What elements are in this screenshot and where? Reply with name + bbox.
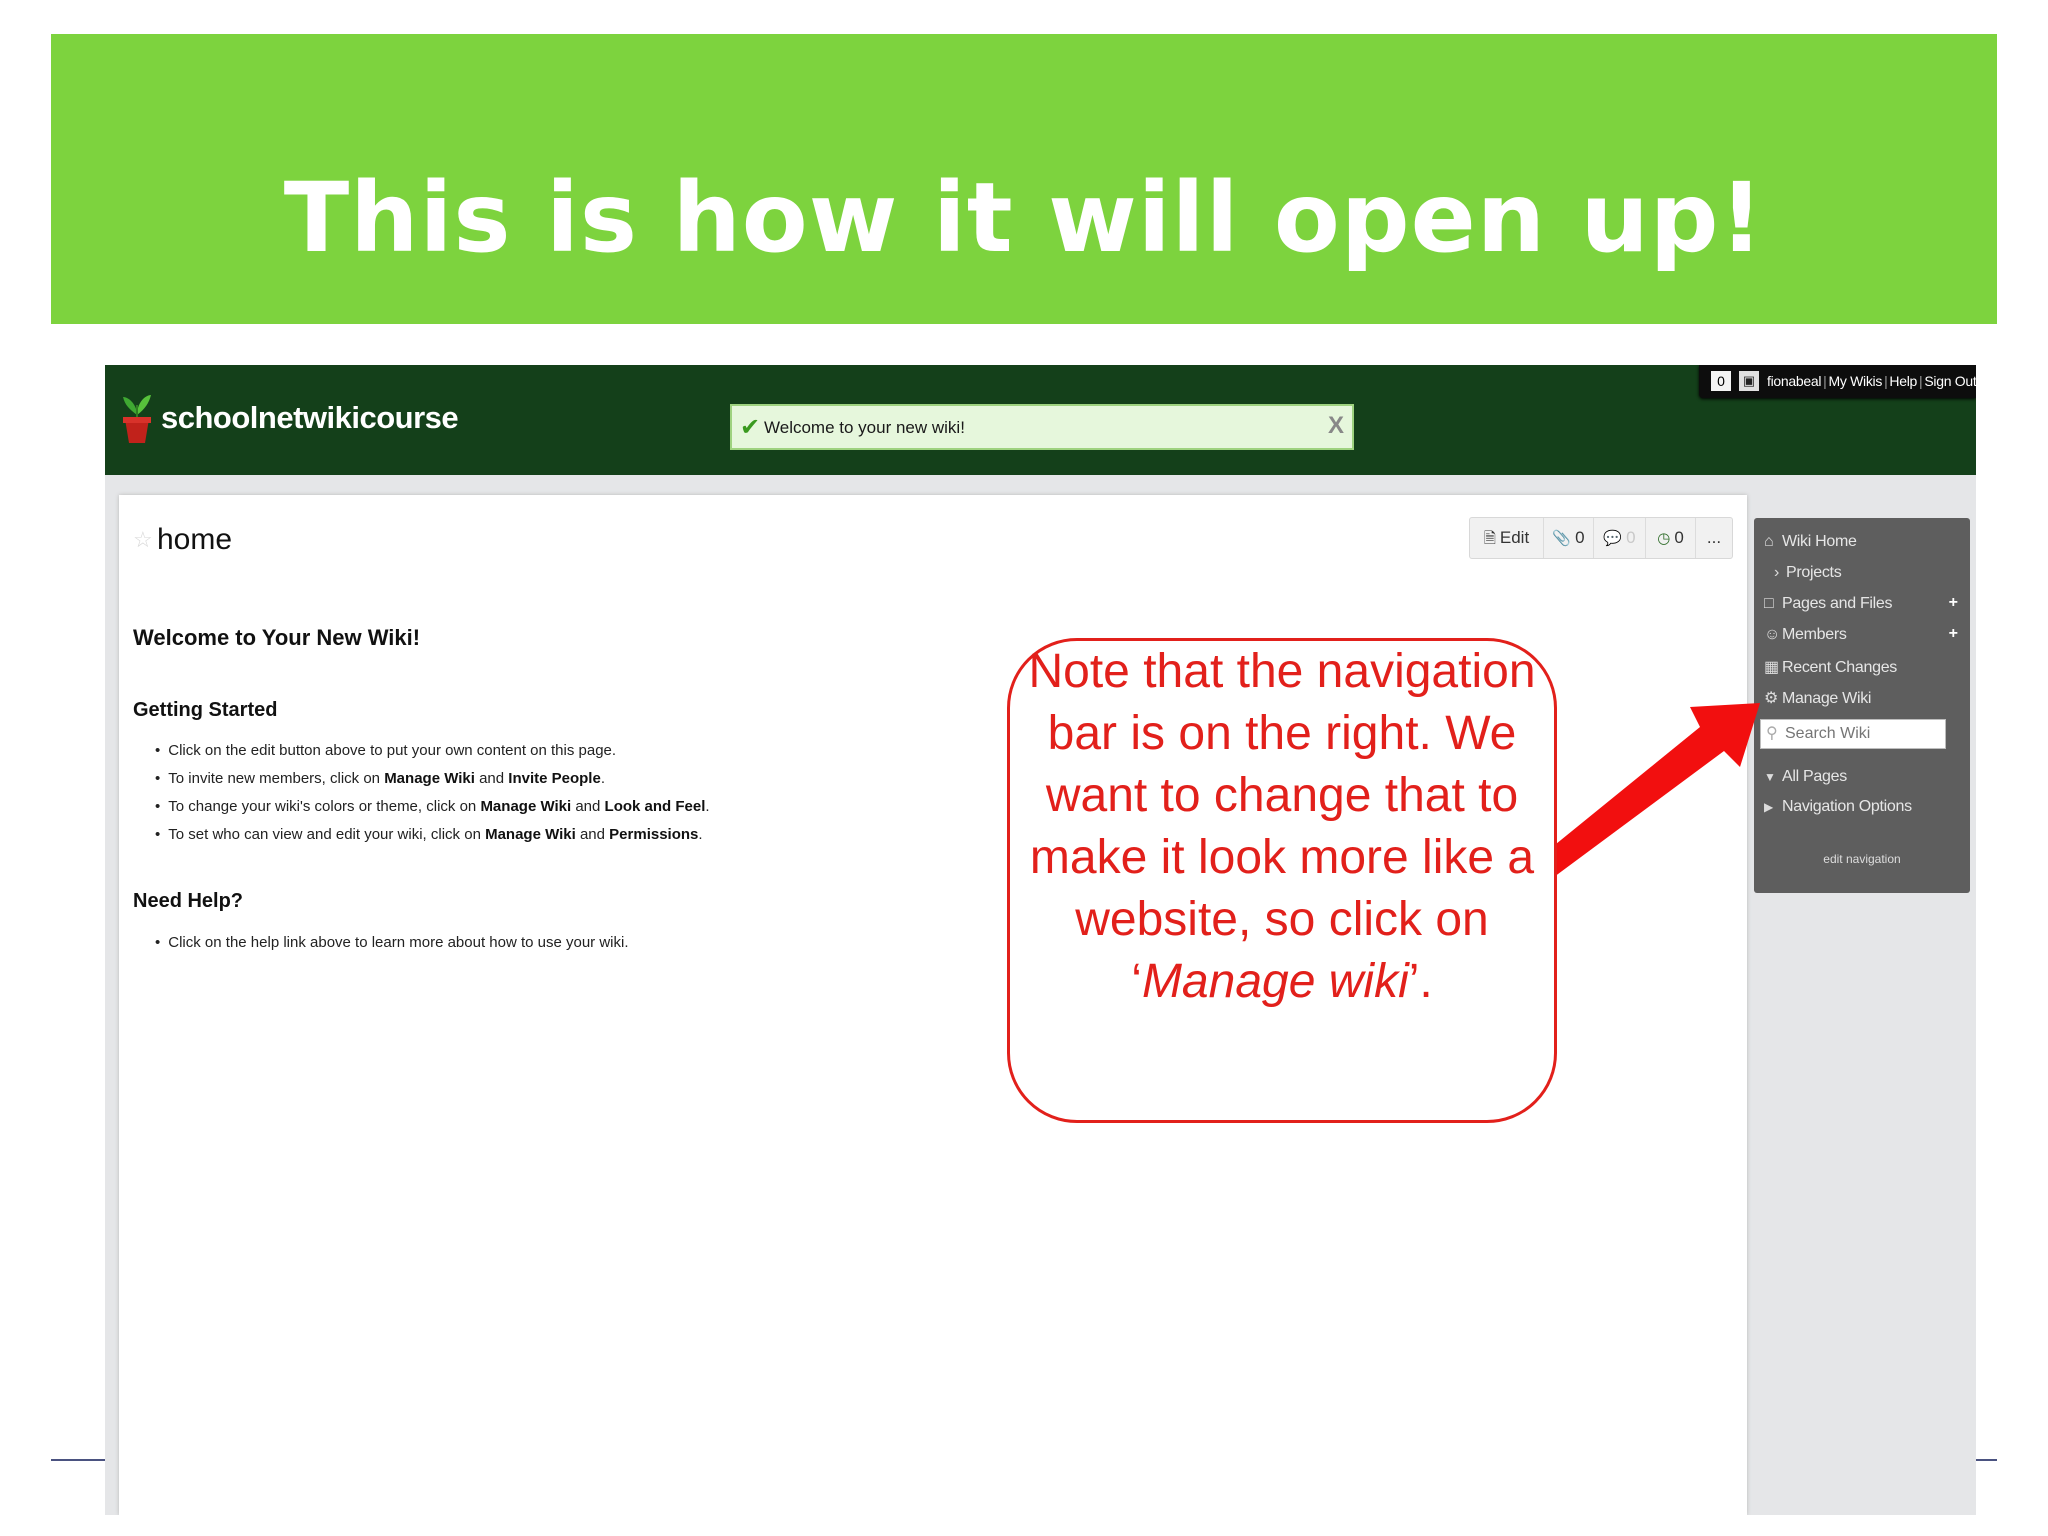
welcome-notice: ✔ Welcome to your new wiki! X — [730, 404, 1354, 450]
comment-icon: 💬 — [1603, 530, 1623, 547]
list-item: To set who can view and edit your wiki, … — [155, 821, 710, 849]
getting-started-list: Click on the edit button above to put yo… — [155, 737, 710, 849]
user-bar: 0 ▣ fionabeal | My Wikis | Help | Sign Out — [1699, 365, 1976, 398]
instruction-callout: Note that the navigation bar is on the r… — [1007, 638, 1557, 1123]
calendar-icon: ▦ — [1764, 659, 1779, 676]
slide-title: This is how it will open up! — [283, 162, 1765, 274]
my-wikis-link[interactable]: My Wikis — [1828, 373, 1882, 389]
callout-arrow-icon — [1540, 703, 1760, 877]
slide-divider-right — [1976, 1459, 1997, 1461]
page-toolbar: 🗎 Edit 📎 0 💬 0 ◷ 0 ... — [1469, 517, 1733, 559]
chevron-right-icon: › — [1774, 564, 1780, 581]
callout-text: Note that the navigation bar is on the r… — [1028, 645, 1536, 1008]
checkmark-icon: ✔ — [740, 414, 761, 441]
members-icon: ☺ — [1764, 626, 1781, 643]
sign-out-link[interactable]: Sign Out — [1924, 373, 1976, 389]
nav-members[interactable]: ☺ Members — [1764, 626, 1847, 644]
nav-manage-wiki[interactable]: ⚙ Manage Wiki — [1764, 688, 1871, 708]
username-link[interactable]: fionabeal — [1767, 373, 1821, 389]
wiki-navigation-sidebar: ⌂ Wiki Home › Projects □ Pages and Files + … — [1754, 518, 1970, 893]
history-icon: ◷ — [1657, 530, 1671, 547]
gear-icon: ⚙ — [1764, 690, 1779, 707]
site-name[interactable]: schoolnetwikicourse — [161, 400, 459, 436]
search-icon: ⚲ — [1766, 725, 1778, 742]
history-button[interactable]: ◷ 0 — [1646, 518, 1696, 558]
home-icon: ⌂ — [1764, 533, 1774, 550]
list-item: To invite new members, click on Manage W… — [155, 765, 710, 793]
attachments-button[interactable]: 📎 0 — [1544, 518, 1594, 558]
getting-started-heading: Getting Started — [133, 699, 278, 721]
notice-text: Welcome to your new wiki! — [764, 418, 965, 437]
wiki-header: schoolnetwikicourse ✔ Welcome to your ne… — [105, 365, 1976, 475]
help-link[interactable]: Help — [1889, 373, 1917, 389]
triangle-right-icon: ▶ — [1764, 800, 1773, 814]
user-links: fionabeal | My Wikis | Help | Sign Out — [1767, 373, 1976, 389]
slide-title-banner: This is how it will open up! — [51, 34, 1997, 324]
add-page-plus-icon[interactable]: + — [1949, 594, 1958, 612]
nav-projects[interactable]: › Projects — [1774, 564, 1842, 582]
edit-button[interactable]: 🗎 Edit — [1470, 518, 1544, 558]
notification-count[interactable]: 0 — [1711, 371, 1731, 391]
welcome-heading: Welcome to Your New Wiki! — [133, 625, 421, 650]
need-help-list: Click on the help link above to learn mo… — [155, 929, 628, 957]
attachment-icon: 📎 — [1552, 530, 1572, 547]
edit-icon: 🗎 — [1483, 530, 1496, 547]
more-button[interactable]: ... — [1696, 518, 1732, 558]
need-help-heading: Need Help? — [133, 890, 244, 912]
search-wiki-input[interactable] — [1760, 719, 1946, 749]
nav-all-pages[interactable]: ▼ All Pages — [1764, 768, 1847, 786]
list-item: Click on the edit button above to put yo… — [155, 737, 710, 765]
favorite-star-icon[interactable]: ☆ — [133, 527, 153, 553]
plant-pot-logo-icon — [123, 395, 151, 443]
nav-wiki-home[interactable]: ⌂ Wiki Home — [1764, 533, 1857, 551]
list-item: Click on the help link above to learn mo… — [155, 929, 628, 957]
triangle-down-icon: ▼ — [1764, 770, 1776, 784]
list-item: To change your wiki's colors or theme, c… — [155, 793, 709, 821]
nav-pages-and-files[interactable]: □ Pages and Files — [1764, 595, 1893, 613]
nav-navigation-options[interactable]: ▶ Navigation Options — [1764, 798, 1912, 816]
add-member-plus-icon[interactable]: + — [1949, 625, 1958, 643]
avatar-icon[interactable]: ▣ — [1739, 371, 1759, 391]
slide-divider-left — [51, 1459, 107, 1461]
comments-button[interactable]: 💬 0 — [1594, 518, 1646, 558]
folder-icon: □ — [1764, 595, 1774, 612]
edit-navigation-link[interactable]: edit navigation — [1754, 852, 1970, 866]
nav-recent-changes[interactable]: ▦ Recent Changes — [1764, 657, 1897, 677]
close-icon[interactable]: X — [1328, 412, 1344, 440]
page-title: home — [157, 523, 233, 556]
